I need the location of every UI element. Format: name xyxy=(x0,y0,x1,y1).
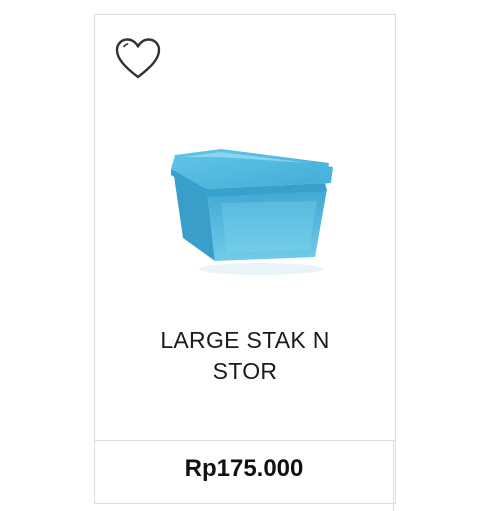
price-section: Rp175.000 xyxy=(95,440,395,511)
product-name[interactable]: LARGE STAK N STOR xyxy=(95,325,395,387)
product-price: Rp175.000 xyxy=(184,455,304,482)
price-box: Rp175.000 xyxy=(95,441,394,511)
heart-icon[interactable] xyxy=(115,38,161,80)
product-name-line2: STOR xyxy=(212,358,278,384)
product-card[interactable]: LARGE STAK N STOR Rp175.000 xyxy=(94,14,396,511)
product-image[interactable] xyxy=(159,143,339,278)
product-name-line1: LARGE STAK N xyxy=(160,327,330,353)
